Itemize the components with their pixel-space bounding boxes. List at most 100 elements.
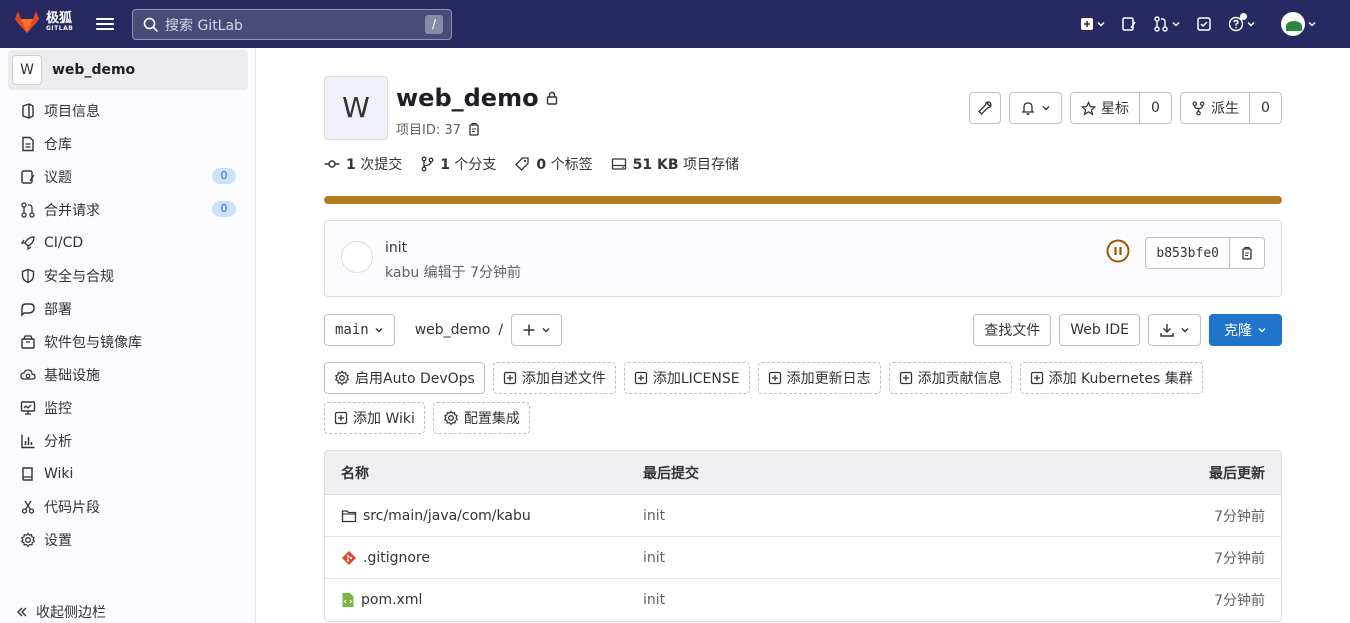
issues-shortcut[interactable]: [1113, 12, 1145, 36]
sidebar-item-security[interactable]: 安全与合规: [0, 259, 256, 292]
chevron-down-icon: [1247, 22, 1255, 27]
commit-icon: [324, 160, 340, 168]
sidebar-item-monitor[interactable]: 监控: [0, 391, 256, 424]
quick-action-label: 添加更新日志: [786, 371, 871, 387]
commits-stat[interactable]: 1 次提交: [324, 154, 402, 174]
find-file-button[interactable]: 查找文件: [973, 314, 1052, 346]
chevron-down-icon: [1181, 328, 1189, 333]
file-last-commit[interactable]: init: [643, 508, 1081, 524]
sidebar-item-label: 代码片段: [44, 499, 100, 516]
table-row[interactable]: .gitignore init 7分钟前: [325, 537, 1281, 579]
star-count[interactable]: 0: [1140, 92, 1172, 124]
sidebar-item-deployments[interactable]: 部署: [0, 292, 256, 325]
sidebar-item-wiki[interactable]: Wiki: [0, 457, 256, 490]
merge-request-icon: [1154, 16, 1168, 32]
xml-file-icon: [342, 593, 354, 607]
collapse-sidebar-button[interactable]: 收起侧边栏: [16, 602, 106, 622]
scissors-icon: [21, 500, 35, 514]
file-last-commit[interactable]: init: [643, 550, 1081, 566]
sidebar-item-project-info[interactable]: 项目信息: [0, 94, 256, 127]
add-contributing-button[interactable]: 添加贡献信息: [888, 362, 1012, 394]
file-tree-table: 名称 最后提交 最后更新 src/main/java/com/kabu init…: [324, 450, 1282, 622]
menu-icon[interactable]: [96, 14, 116, 34]
commit-sha[interactable]: b853bfe0: [1145, 237, 1230, 269]
table-header: 名称 最后提交 最后更新: [325, 451, 1281, 495]
sidebar-item-settings[interactable]: 设置: [0, 523, 256, 556]
admin-settings-button[interactable]: [969, 92, 1001, 124]
fork-button[interactable]: 派生: [1180, 92, 1250, 124]
add-kubernetes-cluster-button[interactable]: 添加 Kubernetes 集群: [1019, 362, 1203, 394]
chevron-down-icon: [542, 328, 550, 333]
add-to-tree-dropdown[interactable]: [511, 314, 563, 346]
branches-stat[interactable]: 1 个分支: [420, 154, 496, 174]
storage-size: 51 KB: [632, 157, 679, 173]
configure-integrations-button[interactable]: 配置集成: [432, 402, 530, 434]
sidebar-item-label: 安全与合规: [44, 268, 114, 285]
file-name[interactable]: pom.xml: [361, 592, 422, 608]
file-name[interactable]: src/main/java/com/kabu: [363, 508, 531, 524]
sidebar-item-cicd[interactable]: CI/CD: [0, 226, 256, 259]
gitlab-logo[interactable]: 极狐 GITLAB: [14, 10, 73, 34]
sidebar-item-infrastructure[interactable]: 基础设施: [0, 358, 256, 391]
sidebar-item-label: 仓库: [44, 136, 72, 153]
branch-icon: [421, 156, 434, 172]
commit-author-avatar[interactable]: [341, 241, 373, 273]
fork-count[interactable]: 0: [1250, 92, 1282, 124]
star-icon: [1081, 100, 1096, 116]
deploy-icon: [21, 302, 35, 317]
project-name: web_demo: [396, 84, 539, 112]
breadcrumb-root[interactable]: web_demo: [415, 322, 491, 338]
sidebar-item-issues[interactable]: 议题 0: [0, 160, 256, 193]
add-license-button[interactable]: 添加LICENSE: [623, 362, 750, 394]
plus-square-icon: [634, 371, 647, 385]
help-dropdown[interactable]: [1220, 12, 1263, 36]
download-dropdown[interactable]: [1148, 314, 1201, 346]
add-changelog-button[interactable]: 添加更新日志: [757, 362, 881, 394]
column-header-last-update: 最后更新: [1209, 465, 1265, 482]
repository-icon: [22, 136, 34, 151]
quick-action-label: 添加 Kubernetes 集群: [1048, 371, 1193, 387]
commit-title[interactable]: init: [385, 240, 407, 256]
clone-dropdown[interactable]: 克隆: [1209, 314, 1282, 346]
web-ide-button[interactable]: Web IDE: [1059, 314, 1140, 346]
search-input[interactable]: 搜索 GitLab /: [132, 9, 452, 40]
storage-stat[interactable]: 51 KB 项目存储: [611, 154, 739, 174]
clone-label: 克隆: [1224, 323, 1252, 339]
search-shortcut-key: /: [425, 15, 443, 34]
sidebar-item-snippets[interactable]: 代码片段: [0, 490, 256, 523]
sidebar-item-repository[interactable]: 仓库: [0, 127, 256, 160]
plus-icon: [523, 324, 535, 336]
package-icon: [21, 334, 35, 349]
notification-settings-dropdown[interactable]: [1009, 92, 1062, 124]
logo-text: 极狐 GITLAB: [46, 12, 73, 32]
copy-sha-button[interactable]: [1230, 237, 1265, 269]
table-row[interactable]: src/main/java/com/kabu init 7分钟前: [325, 495, 1281, 537]
todos-shortcut[interactable]: [1188, 12, 1220, 36]
user-menu[interactable]: [1273, 12, 1324, 36]
file-last-commit[interactable]: init: [643, 592, 1081, 608]
pipeline-paused-icon[interactable]: [1106, 239, 1130, 263]
sidebar-item-label: 设置: [44, 532, 72, 549]
fork-button-group: 派生 0: [1180, 92, 1282, 124]
tags-stat[interactable]: 0 个标签: [514, 154, 593, 174]
file-name[interactable]: .gitignore: [363, 550, 430, 566]
branch-selector[interactable]: main: [324, 314, 395, 346]
sidebar-item-label: Wiki: [44, 465, 74, 482]
star-label: 星标: [1101, 101, 1129, 117]
copy-icon[interactable]: [467, 122, 481, 136]
cloud-gear-icon: [20, 368, 36, 380]
table-row[interactable]: pom.xml init 7分钟前: [325, 579, 1281, 621]
sidebar-item-merge-requests[interactable]: 合并请求 0: [0, 193, 256, 226]
star-button[interactable]: 星标: [1070, 92, 1140, 124]
sidebar-item-packages[interactable]: 软件包与镜像库: [0, 325, 256, 358]
disk-icon: [611, 158, 626, 170]
quick-action-label: 添加贡献信息: [917, 371, 1002, 387]
sidebar: W web_demo 项目信息 仓库 议题 0 合并请求 0 CI/CD 安全与…: [0, 48, 256, 623]
create-new-dropdown[interactable]: [1072, 12, 1113, 36]
sidebar-project[interactable]: W web_demo: [8, 50, 248, 90]
sidebar-item-analytics[interactable]: 分析: [0, 424, 256, 457]
add-readme-button[interactable]: 添加自述文件: [492, 362, 616, 394]
add-wiki-button[interactable]: 添加 Wiki: [324, 402, 425, 434]
enable-auto-devops-button[interactable]: 启用Auto DevOps: [324, 362, 485, 394]
merge-requests-dropdown[interactable]: [1145, 12, 1188, 36]
